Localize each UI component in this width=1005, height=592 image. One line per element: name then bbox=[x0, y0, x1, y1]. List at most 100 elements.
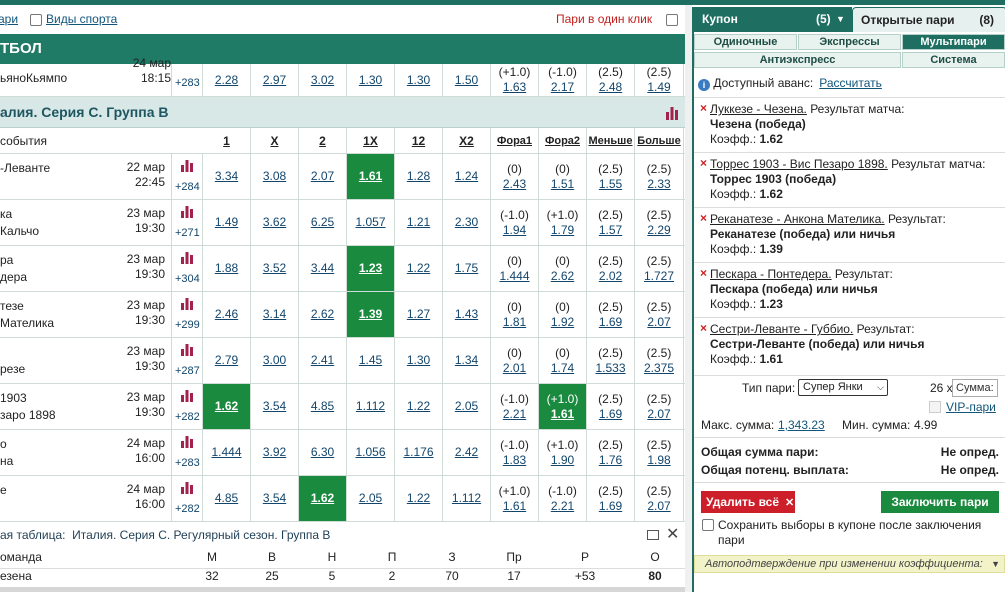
odds-cell[interactable]: 1.27 bbox=[395, 292, 443, 337]
odds-cell[interactable]: 2.07 bbox=[299, 154, 347, 199]
event-stats[interactable]: +283 bbox=[171, 64, 203, 96]
advance-calc-link[interactable]: Рассчитать bbox=[819, 76, 882, 90]
event-teams[interactable]: ка Кальчо bbox=[0, 200, 121, 245]
odds-cell[interactable]: 1.61 bbox=[347, 154, 395, 199]
odds-cell[interactable]: 1.056 bbox=[347, 430, 395, 475]
odds-cell[interactable]: 3.14 bbox=[251, 292, 299, 337]
filter-link[interactable]: ари bbox=[0, 12, 18, 26]
one-click-checkbox[interactable] bbox=[666, 14, 678, 26]
bet-event-link[interactable]: Луккезе - Чезена. bbox=[710, 102, 807, 116]
odds-cell[interactable]: 1.39 bbox=[347, 292, 395, 337]
type-single[interactable]: Одиночные bbox=[694, 34, 797, 50]
odds-cell[interactable]: (-1.0) 1.94 bbox=[491, 200, 539, 245]
odds-cell[interactable]: 1.28 bbox=[395, 154, 443, 199]
bet-event-link[interactable]: Сестри-Леванте - Губбио. bbox=[710, 322, 853, 336]
odds-cell[interactable]: (2.5) 2.29 bbox=[635, 200, 684, 245]
odds-cell[interactable]: 1.22 bbox=[395, 476, 443, 521]
event-stats[interactable]: +282 bbox=[171, 476, 203, 521]
tab-coupon[interactable]: Купон (5) ▼ bbox=[694, 7, 852, 32]
remove-bet-icon[interactable]: × bbox=[700, 266, 707, 281]
odds-cell[interactable]: (2.5) 2.07 bbox=[635, 476, 684, 521]
odds-cell[interactable]: (2.5) 1.69 bbox=[587, 292, 635, 337]
odds-cell[interactable]: 3.54 bbox=[251, 384, 299, 429]
odds-cell[interactable]: 3.54 bbox=[251, 476, 299, 521]
col-1[interactable]: 1 bbox=[203, 128, 251, 153]
odds-cell[interactable]: (-1.0) 2.21 bbox=[491, 384, 539, 429]
odds-cell[interactable]: (2.5) 1.727 bbox=[635, 246, 684, 291]
odds-cell[interactable]: (+1.0) 1.61 bbox=[491, 476, 539, 521]
odds-cell[interactable]: (0) 2.62 bbox=[539, 246, 587, 291]
odds-cell[interactable]: (-1.0) 1.83 bbox=[491, 430, 539, 475]
odds-cell[interactable]: (2.5) 2.375 bbox=[635, 338, 684, 383]
odds-cell[interactable]: (+1.0) 1.79 bbox=[539, 200, 587, 245]
stake-input[interactable]: Сумма: bbox=[952, 379, 998, 397]
event-stats[interactable]: +283 bbox=[171, 430, 203, 475]
vip-checkbox[interactable] bbox=[929, 401, 941, 413]
odds-cell[interactable]: 2.46 bbox=[203, 292, 251, 337]
sport-header[interactable]: ТБОЛ bbox=[0, 34, 685, 64]
odds-cell[interactable]: (2.5) 2.07 bbox=[635, 384, 684, 429]
col-x2[interactable]: X2 bbox=[443, 128, 491, 153]
odds-cell[interactable]: 1.30 bbox=[395, 338, 443, 383]
event-stats[interactable]: +284 bbox=[171, 154, 203, 199]
odds-cell[interactable]: (2.5) 2.07 bbox=[635, 292, 684, 337]
odds-cell[interactable]: 1.112 bbox=[443, 476, 491, 521]
popout-icon[interactable] bbox=[647, 530, 659, 540]
odds-cell[interactable]: 3.00 bbox=[251, 338, 299, 383]
type-multi[interactable]: Мультипари bbox=[902, 34, 1005, 50]
odds-cell[interactable]: (-1.0) 2.21 bbox=[539, 476, 587, 521]
col-x[interactable]: X bbox=[251, 128, 299, 153]
event-teams[interactable]: о на bbox=[0, 430, 121, 475]
event-teams[interactable]: ра дера bbox=[0, 246, 121, 291]
col-12[interactable]: 12 bbox=[395, 128, 443, 153]
col-over[interactable]: Больше bbox=[635, 128, 684, 153]
odds-cell[interactable]: (2.5) 1.98 bbox=[635, 430, 684, 475]
odds-cell[interactable]: (2.5) 1.69 bbox=[587, 476, 635, 521]
odds-cell[interactable]: 2.79 bbox=[203, 338, 251, 383]
odds-cell[interactable]: 1.444 bbox=[203, 430, 251, 475]
odds-cell[interactable]: 4.85 bbox=[299, 384, 347, 429]
odds-cell[interactable]: 2.05 bbox=[443, 384, 491, 429]
odds-cell[interactable]: (2.5) 1.55 bbox=[587, 154, 635, 199]
event-teams[interactable]: 1903 заро 1898 bbox=[0, 384, 121, 429]
place-bet-button[interactable]: Заключить пари bbox=[881, 491, 999, 513]
vip-link[interactable]: VIP-пари bbox=[946, 400, 996, 414]
odds-cell[interactable]: (0) 1.51 bbox=[539, 154, 587, 199]
odds-cell[interactable]: 3.52 bbox=[251, 246, 299, 291]
odds-cell[interactable]: 1.45 bbox=[347, 338, 395, 383]
bet-event-link[interactable]: Торрес 1903 - Вис Пезаро 1898. bbox=[710, 157, 888, 171]
odds-cell[interactable]: 1.22 bbox=[395, 384, 443, 429]
sports-checkbox[interactable] bbox=[30, 14, 42, 26]
bet-event-link[interactable]: Реканатезе - Анкона Мателика. bbox=[710, 212, 885, 226]
odds-cell[interactable]: 1.176 bbox=[395, 430, 443, 475]
event-teams[interactable]: тезе Мателика bbox=[0, 292, 121, 337]
odds-cell[interactable]: (0) 1.74 bbox=[539, 338, 587, 383]
odds-cell[interactable]: 6.30 bbox=[299, 430, 347, 475]
odds-cell[interactable]: (2.5) 1.76 bbox=[587, 430, 635, 475]
odds-cell[interactable]: 3.44 bbox=[299, 246, 347, 291]
odds-cell[interactable]: 4.85 bbox=[203, 476, 251, 521]
odds-cell[interactable]: 3.34 bbox=[203, 154, 251, 199]
event-teams[interactable]: -Леванте bbox=[0, 154, 121, 199]
bet-type-select[interactable]: Супер Янки ⌵ bbox=[798, 379, 888, 396]
odds-cell[interactable]: (2.5) 1.57 bbox=[587, 200, 635, 245]
championship-header[interactable]: алия. Серия С. Группа B bbox=[0, 97, 685, 128]
odds-cell[interactable]: 3.92 bbox=[251, 430, 299, 475]
col-fora1[interactable]: Фора1 bbox=[491, 128, 539, 153]
odds-cell[interactable]: (0) 2.01 bbox=[491, 338, 539, 383]
type-antiexpress[interactable]: Антиэкспресс bbox=[694, 52, 901, 68]
odds-cell[interactable]: 1.62 bbox=[299, 476, 347, 521]
odds-cell[interactable]: (2.5) 1.69 bbox=[587, 384, 635, 429]
odds-cell[interactable]: 1.43 bbox=[443, 292, 491, 337]
odds-cell[interactable]: 1.49 bbox=[203, 200, 251, 245]
odds-cell[interactable]: (2.5) 1.533 bbox=[587, 338, 635, 383]
page-scrollbar[interactable] bbox=[685, 5, 692, 592]
event-teams[interactable]: резе bbox=[0, 338, 121, 383]
odds-cell[interactable]: 1.62 bbox=[203, 384, 251, 429]
event-stats[interactable]: +304 bbox=[171, 246, 203, 291]
odds-cell[interactable]: 1.22 bbox=[395, 246, 443, 291]
col-under[interactable]: Меньше bbox=[587, 128, 635, 153]
odds-cell[interactable]: 1.88 bbox=[203, 246, 251, 291]
odds-cell[interactable]: 1.75 bbox=[443, 246, 491, 291]
col-1x[interactable]: 1X bbox=[347, 128, 395, 153]
